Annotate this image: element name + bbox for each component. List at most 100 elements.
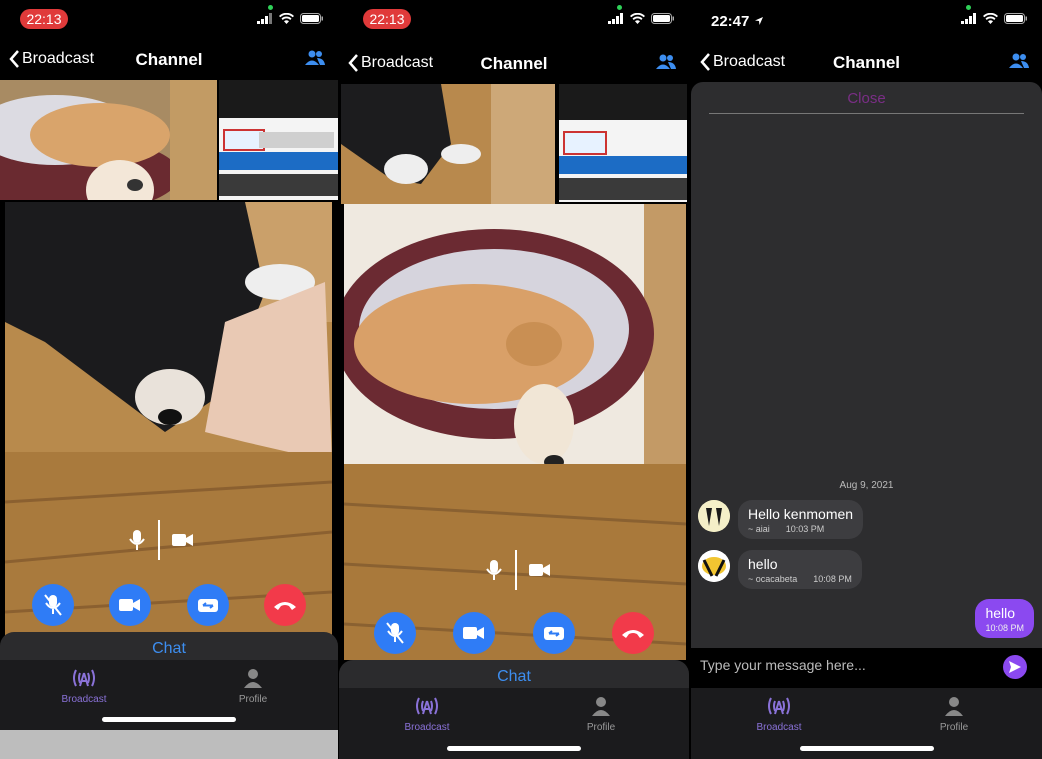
participants-button[interactable] (304, 50, 326, 71)
send-icon (1009, 661, 1021, 673)
avatar-image (698, 500, 730, 532)
location-arrow-icon (754, 17, 763, 25)
profile-icon (592, 697, 610, 716)
broadcast-icon (73, 669, 95, 687)
broadcast-icon (768, 697, 790, 715)
home-indicator (102, 717, 236, 722)
nav-bar: Broadcast Channel (339, 44, 689, 86)
video-thumbnail-shiba[interactable] (0, 80, 217, 200)
chat-label: Chat (497, 668, 531, 685)
video-thumbnail-screen[interactable] (219, 80, 338, 200)
divider (709, 113, 1024, 114)
status-time: 22:47 (711, 13, 764, 30)
status-bar: 22:47 (691, 0, 1042, 40)
mic-off-icon (43, 594, 62, 616)
signal-icon (961, 13, 976, 24)
mute-button[interactable] (31, 584, 74, 626)
people-icon (305, 50, 325, 65)
mute-button[interactable] (373, 612, 416, 654)
tab-profile[interactable]: Profile (561, 696, 641, 733)
media-toggle (485, 550, 551, 590)
mic-toggle-icon[interactable] (485, 559, 503, 581)
tab-profile[interactable]: Profile (213, 668, 293, 705)
main-video[interactable] (5, 202, 332, 642)
avatar (698, 500, 730, 532)
chat-message: hello ~ ocacabeta 10:08 PM (698, 550, 862, 589)
video-frame-screen (219, 80, 338, 200)
switch-camera-icon (543, 627, 564, 640)
video-frame-black-dog (341, 84, 555, 204)
end-call-button[interactable] (612, 612, 655, 654)
media-toggle (128, 520, 194, 560)
avatar-image (698, 550, 730, 582)
camera-indicator-dot (617, 5, 622, 10)
call-controls (355, 612, 673, 654)
wifi-icon (630, 13, 645, 24)
tab-broadcast[interactable]: Broadcast (739, 696, 819, 733)
mic-toggle-icon[interactable] (128, 529, 146, 551)
tab-label: Broadcast (61, 694, 107, 705)
own-chat-message: hello 10:08 PM (975, 599, 1034, 638)
send-button[interactable] (1003, 655, 1027, 679)
chat-toggle[interactable]: Chat (339, 660, 689, 690)
page-title: Channel (832, 53, 901, 72)
tab-broadcast[interactable]: Broadcast (387, 696, 467, 733)
battery-icon (1004, 13, 1027, 24)
message-time: 10:03 PM (785, 524, 825, 534)
message-time: 10:08 PM (985, 623, 1024, 633)
camera-indicator-dot (966, 5, 971, 10)
mic-off-icon (385, 622, 404, 644)
page-title: Channel (135, 50, 203, 69)
message-input[interactable]: Type your message here... (700, 657, 866, 673)
tab-profile[interactable]: Profile (914, 696, 994, 733)
status-bar: 22:13 (339, 0, 689, 40)
participants-button[interactable] (1008, 53, 1030, 74)
video-frame-black-dog (5, 202, 332, 642)
tab-label: Broadcast (404, 722, 450, 733)
avatar (698, 550, 730, 582)
message-sender: ~ ocacabeta (748, 574, 798, 584)
main-video[interactable] (344, 204, 686, 660)
toggle-separator (515, 550, 517, 590)
people-icon (1009, 53, 1029, 68)
tab-label: Profile (586, 722, 616, 733)
message-text: Hello kenmomen (748, 506, 854, 522)
video-frame-shiba (344, 204, 686, 660)
participants-button[interactable] (655, 54, 677, 75)
battery-icon (651, 13, 674, 24)
close-chat-button[interactable]: Close (691, 82, 1042, 107)
tab-label: Profile (238, 694, 268, 705)
chat-toggle[interactable]: Chat (0, 632, 338, 662)
camera-toggle-icon[interactable] (529, 562, 551, 578)
video-camera-icon (119, 599, 141, 611)
switch-camera-button[interactable] (532, 612, 575, 654)
end-call-button[interactable] (264, 584, 307, 626)
tab-broadcast[interactable]: Broadcast (44, 668, 124, 705)
message-sender: ~ aiai (748, 524, 770, 534)
switch-camera-button[interactable] (186, 584, 229, 626)
message-time: 10:08 PM (813, 574, 852, 584)
page-title: Channel (480, 54, 548, 73)
people-icon (656, 54, 676, 69)
switch-camera-icon (197, 599, 218, 612)
call-controls (14, 584, 324, 626)
message-bubble: Hello kenmomen ~ aiai 10:03 PM (738, 500, 864, 539)
message-bubble: hello 10:08 PM (975, 599, 1034, 638)
message-text: hello (985, 605, 1016, 621)
message-text: hello (748, 556, 778, 572)
chat-label: Chat (152, 640, 186, 657)
phone-screen-3: 22:47 Broadcast Channel Close Aug 9, 202… (691, 0, 1042, 759)
message-input-row: Type your message here... (691, 648, 1042, 688)
video-thumbnail-black-dog[interactable] (341, 84, 555, 204)
video-button[interactable] (109, 584, 152, 626)
toggle-separator (158, 520, 160, 560)
status-time: 22:13 (20, 9, 68, 29)
signal-icon (608, 13, 623, 24)
video-button[interactable] (453, 612, 496, 654)
tab-label: Profile (939, 722, 969, 733)
wifi-icon (983, 13, 998, 24)
status-icons (961, 13, 1028, 24)
camera-toggle-icon[interactable] (172, 532, 194, 548)
message-bubble: hello ~ ocacabeta 10:08 PM (738, 550, 862, 589)
video-thumbnail-screen[interactable] (559, 84, 687, 202)
